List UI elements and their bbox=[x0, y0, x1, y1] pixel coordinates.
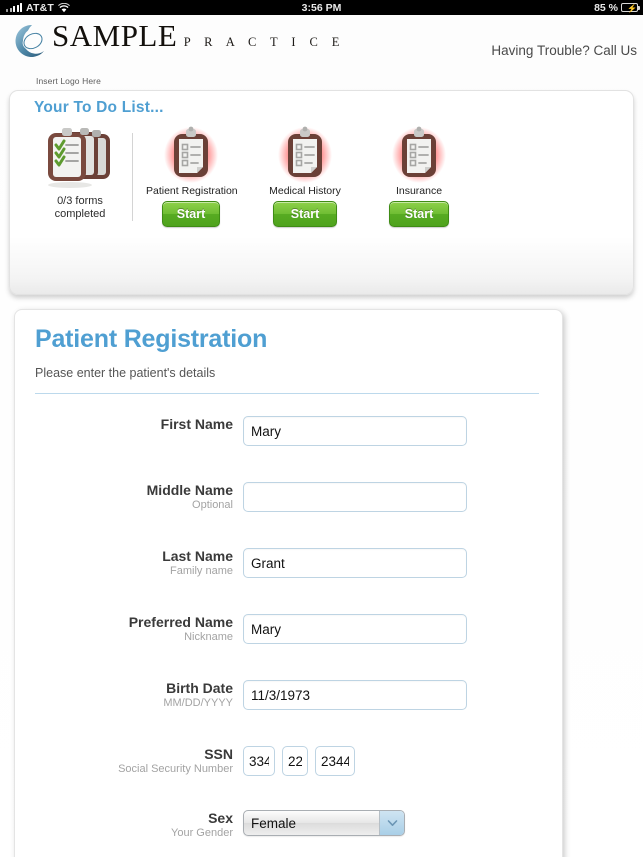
field-row-sex: Sex Your Gender Female bbox=[15, 810, 562, 840]
field-row-preferred-name: Preferred Name Nickname bbox=[15, 614, 562, 644]
field-label: First Name bbox=[160, 416, 233, 432]
todo-panel: Your To Do List... 0/3 forms completed P… bbox=[9, 90, 634, 295]
field-row-first-name: First Name bbox=[15, 416, 562, 446]
field-control bbox=[243, 482, 467, 512]
field-label-wrap: Middle Name Optional bbox=[15, 482, 243, 512]
ssn-group bbox=[243, 746, 355, 776]
field-label-wrap: Sex Your Gender bbox=[15, 810, 243, 840]
start-button-insurance[interactable]: Start bbox=[389, 201, 449, 227]
field-control bbox=[243, 548, 467, 578]
field-hint: Family name bbox=[170, 565, 233, 577]
field-label: Last Name bbox=[162, 548, 233, 564]
ssn-part2-input[interactable] bbox=[282, 746, 308, 776]
clipboard-icon bbox=[277, 125, 333, 187]
logo-wordmark: SAMPLE P R A C T I C E bbox=[52, 18, 345, 53]
field-hint: Nickname bbox=[184, 631, 233, 643]
field-row-ssn: SSN Social Security Number bbox=[15, 746, 562, 776]
practice-logo[interactable]: SAMPLE P R A C T I C E bbox=[14, 18, 345, 59]
battery-charging-icon: ⚡ bbox=[621, 3, 640, 13]
field-label: Sex bbox=[208, 810, 233, 826]
start-button-patient-registration[interactable]: Start bbox=[162, 201, 220, 227]
field-control bbox=[243, 680, 467, 710]
todo-panel-title: Your To Do List... bbox=[34, 99, 164, 116]
form-divider bbox=[35, 393, 539, 394]
task-label: Patient Registration bbox=[146, 185, 238, 197]
field-control bbox=[243, 416, 467, 446]
battery-percent-label: 85 % bbox=[594, 1, 618, 14]
form-subtitle: Please enter the patient's details bbox=[35, 366, 216, 380]
todo-progress-count: 0/3 forms completed bbox=[28, 195, 132, 221]
field-control: Female bbox=[243, 810, 405, 836]
todo-divider bbox=[132, 133, 133, 221]
todo-progress-summary: 0/3 forms completed bbox=[28, 124, 132, 221]
ios-status-bar: AT&T 3:56 PM 85 % ⚡ bbox=[0, 0, 643, 15]
form-title: Patient Registration bbox=[35, 325, 268, 353]
status-bar-clock: 3:56 PM bbox=[0, 0, 643, 15]
field-hint: Social Security Number bbox=[118, 763, 233, 775]
chevron-down-icon[interactable] bbox=[379, 811, 404, 835]
clipboard-icon bbox=[391, 125, 447, 187]
task-label: Medical History bbox=[269, 185, 341, 197]
preferred-name-input[interactable] bbox=[243, 614, 467, 644]
start-button-medical-history[interactable]: Start bbox=[273, 201, 337, 227]
field-label-wrap: SSN Social Security Number bbox=[15, 746, 243, 776]
field-hint: Optional bbox=[192, 499, 233, 511]
sex-select[interactable]: Female bbox=[243, 810, 405, 836]
clock-label: 3:56 PM bbox=[301, 1, 342, 14]
site-header: SAMPLE P R A C T I C E Insert Logo Here … bbox=[0, 15, 643, 86]
field-label: SSN bbox=[204, 746, 233, 762]
todo-progress-line1: 0/3 forms bbox=[57, 195, 103, 207]
field-label: Birth Date bbox=[166, 680, 233, 696]
field-row-birth-date: Birth Date MM/DD/YYYY bbox=[15, 680, 562, 710]
swirl-logo-icon bbox=[14, 23, 50, 59]
task-card-insurance[interactable]: Insurance Start bbox=[374, 125, 464, 227]
field-label: Middle Name bbox=[146, 482, 233, 498]
browser-viewport: SAMPLE P R A C T I C E Insert Logo Here … bbox=[0, 15, 643, 857]
field-row-last-name: Last Name Family name bbox=[15, 548, 562, 578]
first-name-input[interactable] bbox=[243, 416, 467, 446]
sex-select-value: Female bbox=[251, 815, 297, 831]
patient-registration-form-card: Patient Registration Please enter the pa… bbox=[14, 309, 563, 857]
field-control bbox=[243, 614, 467, 644]
todo-task-list: Patient Registration Start Medical Histo… bbox=[146, 125, 464, 227]
clipboard-icon bbox=[163, 125, 219, 187]
field-label-wrap: First Name bbox=[15, 416, 243, 433]
field-hint: Your Gender bbox=[171, 827, 233, 839]
field-row-middle-name: Middle Name Optional bbox=[15, 482, 562, 512]
task-card-medical-history[interactable]: Medical History Start bbox=[260, 125, 350, 227]
ssn-part3-input[interactable] bbox=[315, 746, 355, 776]
task-label: Insurance bbox=[395, 185, 443, 197]
logo-caption: Insert Logo Here bbox=[36, 76, 101, 86]
task-card-patient-registration[interactable]: Patient Registration Start bbox=[146, 125, 238, 227]
field-label-wrap: Preferred Name Nickname bbox=[15, 614, 243, 644]
field-label: Preferred Name bbox=[128, 614, 233, 630]
last-name-input[interactable] bbox=[243, 548, 467, 578]
field-hint: MM/DD/YYYY bbox=[163, 697, 233, 709]
birth-date-input[interactable] bbox=[243, 680, 467, 710]
middle-name-input[interactable] bbox=[243, 482, 467, 512]
logo-title: SAMPLE bbox=[52, 18, 178, 53]
ssn-part1-input[interactable] bbox=[243, 746, 275, 776]
logo-subtitle: P R A C T I C E bbox=[183, 35, 345, 49]
help-call-us-link[interactable]: Having Trouble? Call Us bbox=[491, 43, 637, 58]
field-label-wrap: Birth Date MM/DD/YYYY bbox=[15, 680, 243, 710]
field-label-wrap: Last Name Family name bbox=[15, 548, 243, 578]
status-bar-right: 85 % ⚡ bbox=[594, 0, 640, 15]
todo-progress-line2: completed bbox=[54, 208, 106, 220]
clipboard-stack-icon bbox=[36, 124, 124, 192]
